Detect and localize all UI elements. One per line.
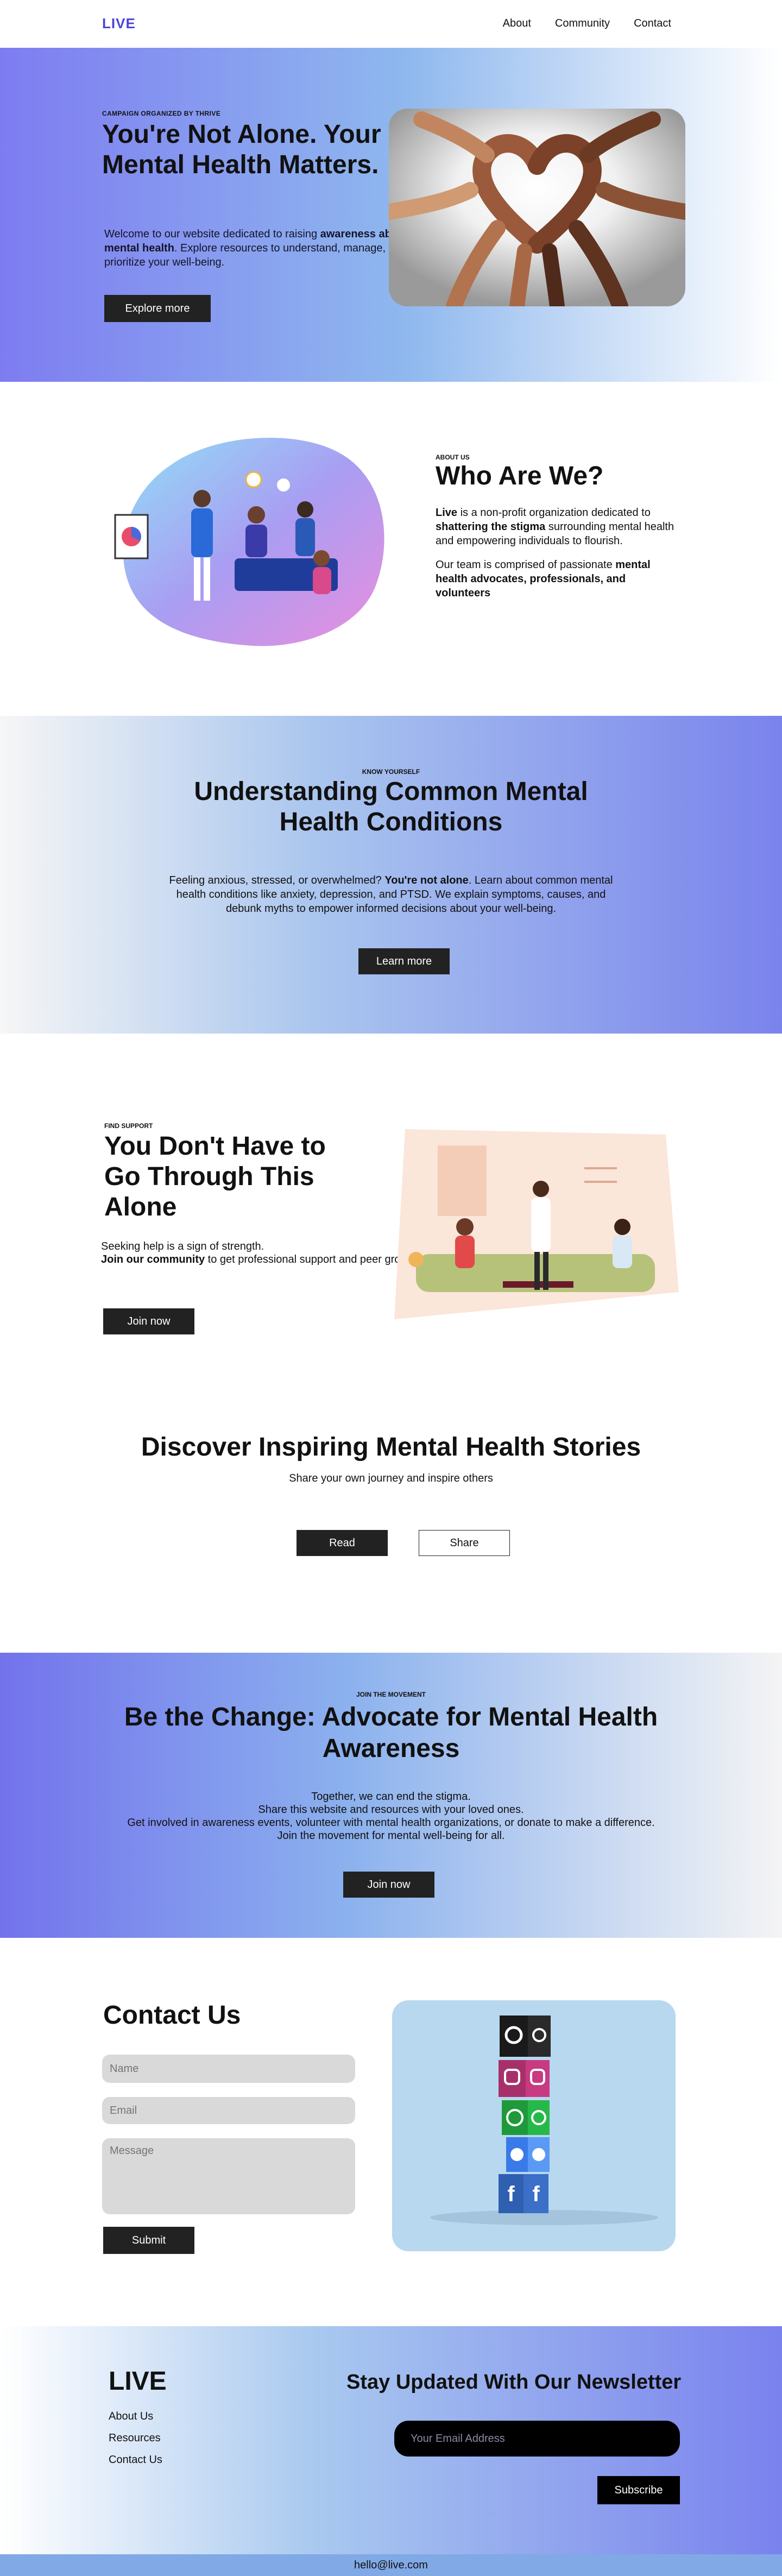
threads-icon	[500, 2016, 551, 2057]
footer-section: LIVE About Us Resources Contact Us Stay …	[0, 2326, 782, 2554]
support-group-illustration	[394, 1129, 679, 1319]
svg-text:f: f	[532, 2182, 540, 2206]
about-title: Who Are We?	[436, 462, 604, 490]
footer-link-resources[interactable]: Resources	[109, 2427, 162, 2449]
email-field[interactable]	[102, 2097, 355, 2124]
read-button[interactable]: Read	[297, 1530, 388, 1556]
explore-more-button[interactable]: Explore more	[104, 295, 211, 322]
about-paragraph-2: Our team is comprised of passionate ment…	[436, 559, 651, 599]
hero-section: CAMPAIGN ORGANIZED BY THRIVE You're Not …	[0, 48, 782, 382]
nav-link-about[interactable]: About	[503, 17, 531, 30]
svg-text:f: f	[507, 2182, 515, 2206]
top-nav: LIVE About Community Contact	[0, 0, 782, 48]
footer-link-about-us[interactable]: About Us	[109, 2405, 162, 2427]
facebook-icon: f f	[499, 2174, 548, 2213]
stories-section: Discover Inspiring Mental Health Stories…	[0, 1370, 782, 1653]
social-cubes-image: f f	[392, 2000, 676, 2251]
join-now-button[interactable]: Join now	[103, 1308, 194, 1334]
nav-links: About Community Contact	[503, 17, 671, 30]
hero-image-heart-hands	[389, 109, 685, 306]
newsletter-email-input[interactable]	[394, 2421, 680, 2457]
instagram-icon	[499, 2060, 550, 2097]
messenger-icon	[506, 2137, 550, 2172]
movement-section: JOIN THE MOVEMENT Be the Change: Advocat…	[0, 1653, 782, 1938]
hero-tag: CAMPAIGN ORGANIZED BY THRIVE	[102, 110, 221, 117]
nav-link-contact[interactable]: Contact	[634, 17, 671, 30]
conditions-section: KNOW YOURSELF Understanding Common Menta…	[0, 716, 782, 1034]
conditions-title: Understanding Common Mental Health Condi…	[194, 777, 588, 836]
share-button[interactable]: Share	[419, 1530, 510, 1556]
learn-more-button[interactable]: Learn more	[358, 948, 450, 974]
about-tag: ABOUT US	[436, 454, 470, 461]
support-text: Seeking help is a sign of strength. Join …	[101, 1240, 421, 1265]
about-section: ABOUT US Who Are We? Live is a non-profi…	[0, 382, 782, 716]
footer-email[interactable]: hello@live.com	[0, 2554, 782, 2576]
support-tag: FIND SUPPORT	[104, 1122, 153, 1130]
contact-section: Contact Us Submit f f	[0, 1938, 782, 2326]
name-field[interactable]	[102, 2055, 355, 2083]
support-title: You Don't Have to Go Through This Alone	[104, 1132, 326, 1221]
footer-links: About Us Resources Contact Us	[109, 2405, 162, 2471]
stories-subtitle: Share your own journey and inspire other…	[289, 1472, 493, 1484]
conditions-tag: KNOW YOURSELF	[362, 768, 420, 776]
footer-link-contact-us[interactable]: Contact Us	[109, 2449, 162, 2471]
hero-title: You're Not Alone. Your Mental Health Mat…	[102, 120, 381, 179]
movement-title: Be the Change: Advocate for Mental Healt…	[124, 1703, 658, 1763]
submit-button[interactable]: Submit	[103, 2227, 194, 2254]
movement-text: Together, we can end the stigma. Share t…	[127, 1791, 655, 1842]
nav-link-community[interactable]: Community	[555, 17, 610, 30]
conditions-text: Feeling anxious, stressed, or overwhelme…	[169, 874, 613, 915]
contact-title: Contact Us	[103, 2001, 241, 2030]
about-illustration	[104, 433, 398, 656]
logo[interactable]: LIVE	[102, 15, 136, 32]
subscribe-button[interactable]: Subscribe	[597, 2476, 680, 2504]
join-movement-button[interactable]: Join now	[343, 1872, 434, 1898]
stories-title: Discover Inspiring Mental Health Stories	[141, 1433, 641, 1462]
support-section: FIND SUPPORT You Don't Have to Go Throug…	[0, 1034, 782, 1370]
movement-tag: JOIN THE MOVEMENT	[356, 1691, 426, 1698]
newsletter-title: Stay Updated With Our Newsletter	[346, 2371, 682, 2394]
message-field[interactable]	[102, 2138, 355, 2214]
footer-logo[interactable]: LIVE	[109, 2366, 167, 2396]
about-paragraph-1: Live is a non-profit organization dedica…	[436, 507, 674, 547]
whatsapp-icon	[502, 2100, 550, 2135]
